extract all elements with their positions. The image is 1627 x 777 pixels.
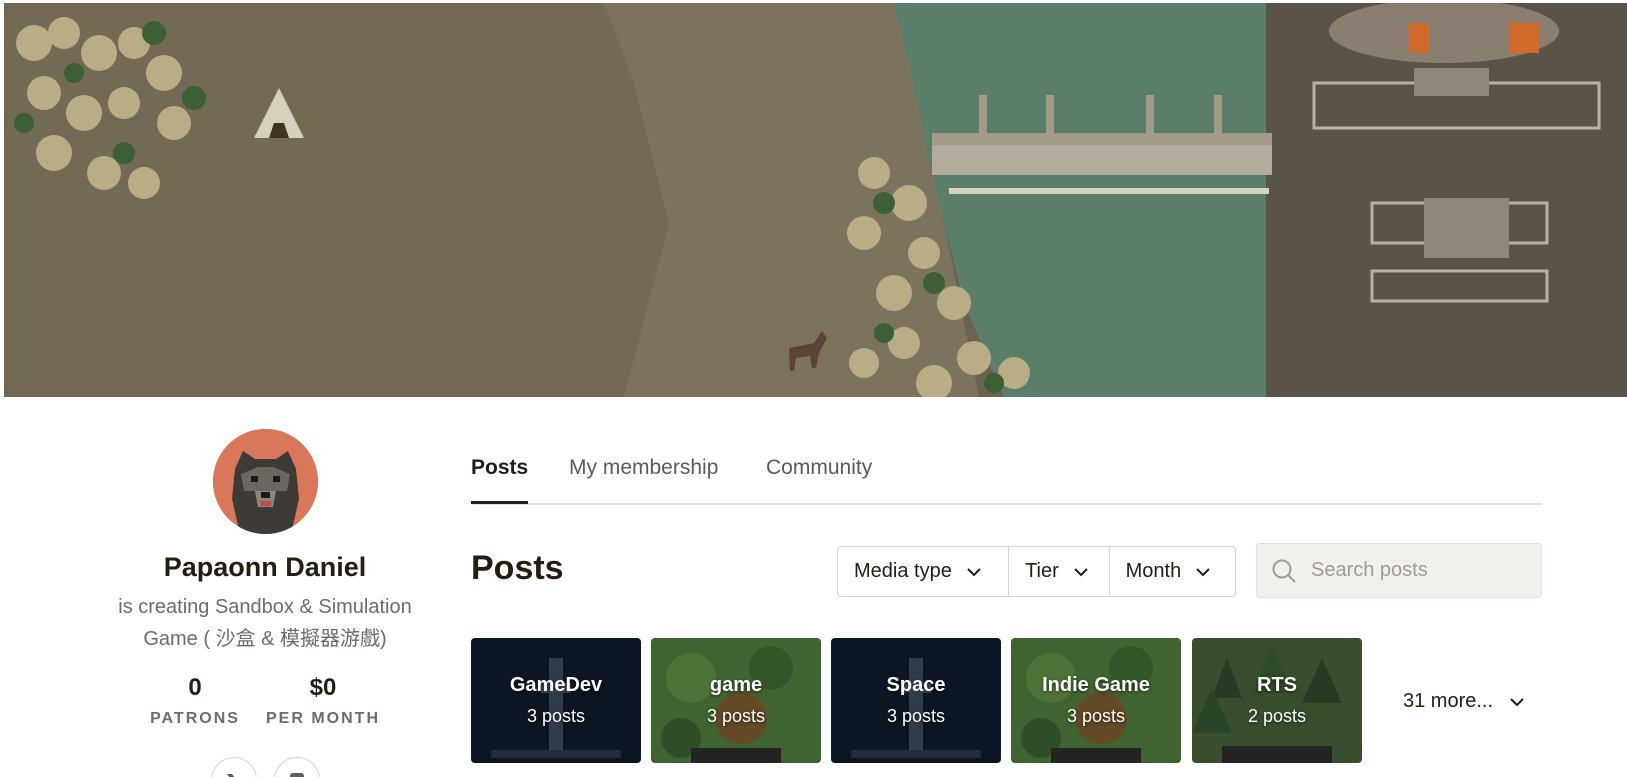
tag-card-indie-game[interactable]: Indie Game 3 posts	[1011, 638, 1181, 763]
stat-value: 0	[188, 674, 202, 701]
tag-name: RTS	[1257, 674, 1297, 696]
cover-banner	[4, 3, 1627, 397]
stat-patrons: 0 PATRONS	[140, 674, 250, 728]
tab-posts[interactable]: Posts	[471, 456, 528, 480]
tag-card-gamedev[interactable]: GameDev 3 posts	[471, 638, 641, 763]
filter-label: Tier	[1025, 560, 1059, 582]
search-input[interactable]	[1311, 559, 1531, 582]
tab-my-membership[interactable]: My membership	[569, 456, 718, 480]
creator-name: Papaonn Daniel	[163, 552, 367, 582]
tab-community[interactable]: Community	[766, 456, 872, 480]
stat-value: $0	[309, 674, 337, 701]
search-box	[1256, 543, 1542, 598]
bear-avatar-icon	[213, 429, 318, 534]
instagram-icon	[290, 773, 304, 777]
card-shade	[831, 638, 1001, 763]
tag-name: game	[709, 674, 763, 696]
chevron-down-icon	[1510, 697, 1524, 706]
stat-label: PATRONS	[150, 710, 240, 727]
tag-card-space[interactable]: Space 3 posts	[831, 638, 1001, 763]
chevron-down-icon	[1074, 567, 1088, 576]
active-tab-indicator	[471, 501, 528, 504]
tag-count: 3 posts	[706, 706, 766, 726]
card-shade	[1192, 638, 1362, 763]
tab-bar: Posts My membership Community	[471, 450, 1542, 505]
tag-count: 3 posts	[1066, 706, 1126, 726]
tag-card-rts[interactable]: RTS 2 posts	[1192, 638, 1362, 763]
stat-per-month: $0 PER MONTH	[258, 674, 388, 728]
filter-group: Media type Tier Month	[837, 546, 1236, 597]
search-icon	[1272, 559, 1296, 583]
tag-name: Indie Game	[1042, 674, 1150, 696]
twitter-icon	[227, 774, 235, 777]
more-tags-label: 31 more...	[1403, 690, 1494, 712]
card-shade	[471, 638, 641, 763]
month-filter[interactable]: Month	[1110, 547, 1235, 596]
tag-name: GameDev	[509, 674, 603, 696]
tag-card-game[interactable]: game 3 posts	[651, 638, 821, 763]
filter-label: Media type	[854, 560, 952, 582]
creator-avatar[interactable]	[213, 429, 318, 534]
media-type-filter[interactable]: Media type	[838, 547, 1010, 596]
stat-label: PER MONTH	[266, 710, 380, 727]
chevron-down-icon	[1196, 567, 1210, 576]
posts-heading: Posts	[471, 549, 564, 587]
chevron-down-icon	[967, 567, 981, 576]
card-shade	[651, 638, 821, 763]
card-shade	[1011, 638, 1181, 763]
filter-label: Month	[1125, 560, 1182, 582]
creator-tagline: is creating Sandbox & Simulation Game ( …	[118, 596, 412, 650]
tier-filter[interactable]: Tier	[1009, 547, 1110, 596]
tag-count: 3 posts	[526, 706, 586, 726]
tag-name: Space	[886, 674, 946, 696]
more-tags-button[interactable]: 31 more...	[1403, 690, 1525, 713]
social-link[interactable]	[274, 757, 320, 777]
tag-count: 2 posts	[1247, 706, 1307, 726]
tag-count: 3 posts	[886, 706, 946, 726]
twitter-link[interactable]	[211, 757, 257, 777]
